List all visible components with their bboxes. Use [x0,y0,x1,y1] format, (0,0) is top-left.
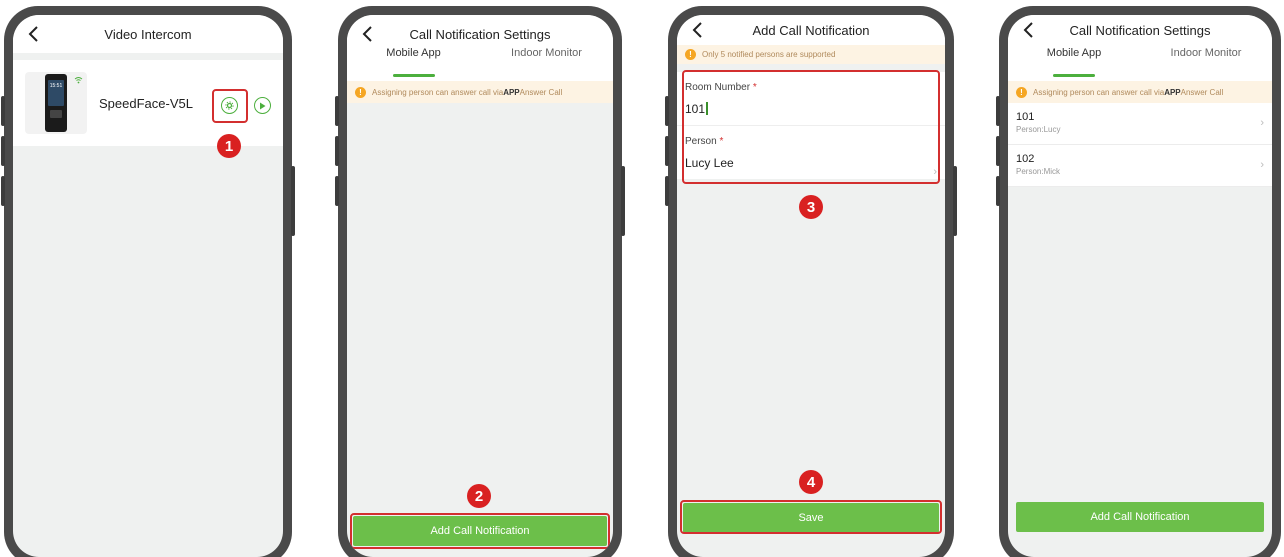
phone-call-notification-list: Call Notification Settings Mobile App In… [996,6,1281,557]
play-icon [260,102,266,109]
tab-label: Indoor Monitor [1170,47,1242,59]
chevron-left-icon [1023,22,1033,38]
notice-text: Assigning person can answer call viaAPPA… [1033,87,1224,97]
step-marker-3: 3 [799,195,823,219]
list-item[interactable]: 101 Person:Lucy › [1008,103,1272,145]
screen-call-notification-list: Call Notification Settings Mobile App In… [1008,15,1272,557]
active-tab-indicator [392,74,435,77]
play-button[interactable] [254,97,271,114]
warning-icon: ! [1016,86,1027,98]
step-marker-1: 1 [217,134,241,158]
person-name: Person:Lucy [1016,125,1061,134]
info-notice: ! Only 5 notified persons are supported [677,45,945,64]
info-notice: ! Assigning person can answer call viaAP… [1008,81,1272,103]
tab-indoor-monitor[interactable]: Indoor Monitor [480,41,613,81]
person-name: Person:Mick [1016,167,1061,176]
tab-indoor-monitor[interactable]: Indoor Monitor [1140,45,1272,81]
chevron-left-icon [692,22,702,38]
tab-bar: Mobile App Indoor Monitor [347,41,613,81]
phone-video-intercom: Video Intercom 15:51 SpeedFace-V5L 1 [1,6,295,557]
warning-icon: ! [355,86,366,98]
back-button[interactable] [1018,19,1038,41]
screen-call-notification-settings: Call Notification Settings Mobile App In… [347,15,613,557]
list-item[interactable]: 102 Person:Mick › [1008,145,1272,187]
tab-label: Mobile App [1046,47,1102,59]
warning-icon: ! [685,49,696,60]
chevron-right-icon: › [1260,117,1264,129]
device-screen-time: 15:51 [49,83,63,89]
info-notice: ! Assigning person can answer call viaAP… [347,81,613,103]
notice-text: Only 5 notified persons are supported [702,50,836,59]
phone-add-call-notification: Add Call Notification ! Only 5 notified … [665,6,957,557]
settings-highlight [212,89,248,123]
save-button-highlight [680,500,942,534]
active-tab-indicator [1053,74,1095,77]
chevron-left-icon [362,26,372,42]
page-title: Call Notification Settings [1069,22,1211,38]
form-highlight [682,70,940,184]
step-marker-4: 4 [799,470,823,494]
nav-bar: Call Notification Settings [1008,15,1272,45]
notice-text: Assigning person can answer call viaAPPA… [372,87,563,97]
device-thumbnail: 15:51 [25,72,87,134]
device-image: 15:51 [45,74,67,132]
wifi-icon [74,76,83,86]
page-title: Add Call Notification [752,22,870,38]
button-label: Add Call Notification [1090,511,1190,523]
back-button[interactable] [687,19,707,41]
device-name: SpeedFace-V5L [99,95,193,111]
page-title: Video Intercom [104,26,192,42]
screen-add-call-notification: Add Call Notification ! Only 5 notified … [677,15,945,557]
chevron-right-icon: › [1260,159,1264,171]
nav-bar: Video Intercom [13,15,283,53]
add-call-notification-button[interactable]: Add Call Notification [1016,502,1264,532]
tab-mobile-app[interactable]: Mobile App [1008,45,1140,81]
back-button[interactable] [23,23,43,45]
room-number: 101 [1016,111,1035,123]
chevron-left-icon [28,26,38,42]
page-title: Call Notification Settings [409,26,551,42]
tab-label: Mobile App [386,47,441,59]
nav-bar: Add Call Notification [677,15,945,45]
tab-mobile-app[interactable]: Mobile App [347,41,480,81]
phone-call-notification-settings: Call Notification Settings Mobile App In… [335,6,625,557]
add-button-highlight [350,513,610,549]
tab-label: Indoor Monitor [511,47,582,59]
room-number: 102 [1016,153,1035,165]
screen-video-intercom: Video Intercom 15:51 SpeedFace-V5L 1 [13,15,283,557]
step-marker-2: 2 [467,484,491,508]
tab-bar: Mobile App Indoor Monitor [1008,45,1272,81]
